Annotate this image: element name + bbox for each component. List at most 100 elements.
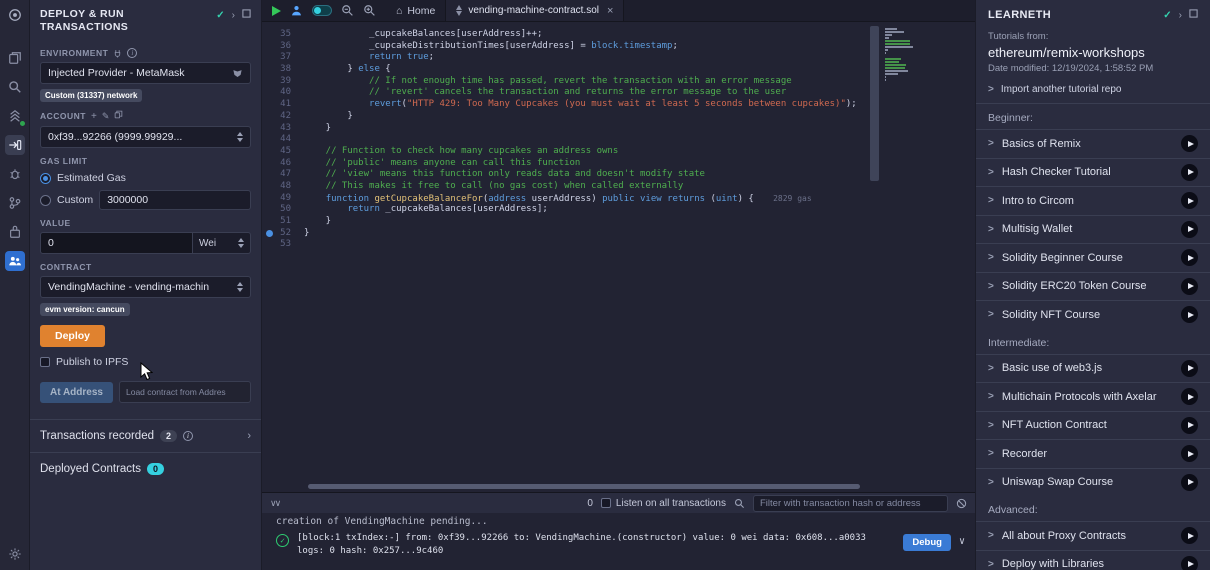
play-icon[interactable]: [1181, 164, 1198, 181]
code-line[interactable]: 42 }: [262, 111, 975, 123]
source-control-icon[interactable]: [5, 193, 25, 213]
code-line[interactable]: 52}: [262, 228, 975, 240]
zoom-in-icon[interactable]: [363, 4, 376, 17]
user-icon[interactable]: [290, 4, 303, 17]
code-editor[interactable]: 35 _cupcakeBalances[userAddress]++;36 _c…: [262, 22, 975, 492]
play-icon[interactable]: [1181, 306, 1198, 323]
tutorial-item[interactable]: >Basic use of web3.js: [976, 354, 1210, 383]
line-number[interactable]: 36: [262, 41, 304, 53]
code-line[interactable]: 35 _cupcakeBalances[userAddress]++;: [262, 29, 975, 41]
line-number[interactable]: 39: [262, 76, 304, 88]
custom-gas-input[interactable]: [99, 190, 251, 210]
play-icon[interactable]: [1181, 556, 1198, 570]
info-icon[interactable]: i: [183, 431, 193, 441]
deployed-contracts-row[interactable]: Deployed Contracts 0: [30, 453, 261, 485]
code-line[interactable]: 38 } else {: [262, 64, 975, 76]
line-number[interactable]: 35: [262, 29, 304, 41]
code-line[interactable]: 51 }: [262, 216, 975, 228]
code-line[interactable]: 37 return true;: [262, 52, 975, 64]
import-tutorial-link[interactable]: > Import another tutorial repo: [988, 84, 1198, 95]
tutorial-item[interactable]: >NFT Auction Contract: [976, 411, 1210, 440]
at-address-button[interactable]: At Address: [40, 382, 113, 403]
tutorial-item[interactable]: >Basics of Remix: [976, 129, 1210, 158]
tutorial-item[interactable]: >Solidity NFT Course: [976, 300, 1210, 329]
play-icon[interactable]: [1181, 445, 1198, 462]
tutorial-item[interactable]: >Multichain Protocols with Axelar: [976, 382, 1210, 411]
play-icon[interactable]: [1181, 192, 1198, 209]
environment-select[interactable]: Injected Provider - MetaMask: [40, 62, 251, 84]
code-line[interactable]: 39 // If not enough time has passed, rev…: [262, 76, 975, 88]
line-number[interactable]: 47: [262, 169, 304, 181]
tutorial-item[interactable]: >Intro to Circom: [976, 186, 1210, 215]
value-input[interactable]: [40, 232, 193, 254]
line-number[interactable]: 49: [262, 193, 304, 205]
tutorial-item[interactable]: >Uniswap Swap Course: [976, 468, 1210, 497]
line-number[interactable]: 46: [262, 158, 304, 170]
code-line[interactable]: 44: [262, 134, 975, 146]
edit-icon[interactable]: ✎: [102, 111, 110, 122]
settings-icon[interactable]: [5, 544, 25, 564]
add-account-icon[interactable]: +: [91, 111, 97, 122]
zoom-out-icon[interactable]: [341, 4, 354, 17]
remix-logo-icon[interactable]: [5, 5, 25, 25]
chevron-right-icon[interactable]: ›: [247, 430, 251, 442]
tutorial-item[interactable]: >Solidity ERC20 Token Course: [976, 272, 1210, 301]
code-line[interactable]: 45 // Function to check how many cupcake…: [262, 146, 975, 158]
play-icon[interactable]: [1181, 221, 1198, 238]
code-line[interactable]: 41 revert("HTTP 429: Too Many Cupcakes (…: [262, 99, 975, 111]
line-number[interactable]: 40: [262, 87, 304, 99]
terminal-log[interactable]: creation of VendingMachine pending... ✓ …: [262, 513, 975, 570]
debugger-icon[interactable]: [5, 164, 25, 184]
line-number[interactable]: 37: [262, 52, 304, 64]
tutorial-item[interactable]: >Multisig Wallet: [976, 215, 1210, 244]
debug-button[interactable]: Debug: [903, 534, 951, 551]
listen-all-transactions-checkbox[interactable]: [601, 498, 611, 508]
line-number[interactable]: 50: [262, 204, 304, 216]
contract-select[interactable]: VendingMachine - vending-machin: [40, 276, 251, 298]
deploy-and-run-icon[interactable]: [5, 135, 25, 155]
terminal-expand-icon[interactable]: ∨∨: [270, 498, 279, 509]
tutorial-item[interactable]: >Deploy with Libraries: [976, 550, 1210, 570]
run-script-icon[interactable]: [272, 6, 281, 16]
line-number[interactable]: 38: [262, 64, 304, 76]
tutorial-item[interactable]: >Solidity Beginner Course: [976, 243, 1210, 272]
line-number[interactable]: 41: [262, 99, 304, 111]
line-number[interactable]: 43: [262, 123, 304, 135]
tutorial-item[interactable]: >Recorder: [976, 439, 1210, 468]
chevron-right-icon[interactable]: ›: [232, 10, 235, 21]
code-line[interactable]: 36 _cupcakeDistributionTimes[userAddress…: [262, 41, 975, 53]
at-address-input[interactable]: [119, 381, 251, 403]
learneth-icon[interactable]: [5, 251, 25, 271]
info-icon[interactable]: i: [127, 48, 137, 58]
estimated-gas-radio[interactable]: [40, 173, 51, 184]
deploy-button[interactable]: Deploy: [40, 325, 105, 347]
transaction-entry[interactable]: ✓ [block:1 txIndex:-] from: 0xf39...9226…: [276, 532, 975, 558]
popout-icon[interactable]: [1189, 9, 1198, 21]
play-icon[interactable]: [1181, 249, 1198, 266]
minimap[interactable]: [885, 28, 915, 85]
code-line[interactable]: 46 // 'public' means anyone can call thi…: [262, 158, 975, 170]
tab-home[interactable]: ⌂ Home: [386, 0, 445, 21]
play-icon[interactable]: [1181, 474, 1198, 491]
line-number[interactable]: 48: [262, 181, 304, 193]
code-line[interactable]: 48 // This makes it free to call (no gas…: [262, 181, 975, 193]
code-line[interactable]: 53: [262, 239, 975, 251]
tutorial-item[interactable]: >All about Proxy Contracts: [976, 521, 1210, 550]
preview-toggle-icon[interactable]: [312, 5, 332, 16]
transactions-recorded-row[interactable]: Transactions recorded 2 i ›: [30, 420, 261, 452]
copy-icon[interactable]: [114, 110, 123, 122]
play-icon[interactable]: [1181, 417, 1198, 434]
play-icon[interactable]: [1181, 527, 1198, 544]
value-unit-select[interactable]: Wei: [193, 232, 251, 254]
chevron-right-icon[interactable]: ›: [1179, 10, 1182, 21]
line-number[interactable]: 42: [262, 111, 304, 123]
code-line[interactable]: 40 // 'revert' cancels the transaction a…: [262, 87, 975, 99]
play-icon[interactable]: [1181, 278, 1198, 295]
publish-ipfs-checkbox[interactable]: [40, 357, 50, 367]
play-icon[interactable]: [1181, 135, 1198, 152]
clear-console-icon[interactable]: [956, 498, 967, 509]
line-number[interactable]: 53: [262, 239, 304, 251]
code-line[interactable]: 43 }: [262, 123, 975, 135]
close-icon[interactable]: ×: [607, 5, 613, 17]
tutorial-item[interactable]: >Hash Checker Tutorial: [976, 158, 1210, 187]
